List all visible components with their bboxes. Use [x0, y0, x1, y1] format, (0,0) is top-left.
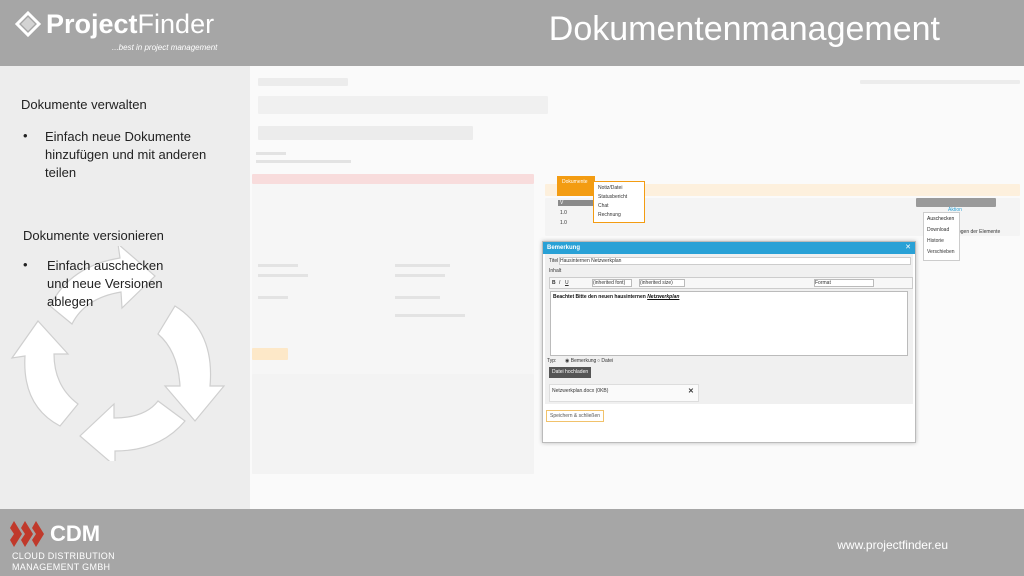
company-subtitle: CLOUD DISTRIBUTION MANAGEMENT GMBH — [12, 551, 115, 572]
radio-file[interactable]: ○ Datei — [597, 358, 613, 364]
left-panel: Dokumente verwalten • Einfach neue Dokum… — [0, 66, 250, 509]
bullet-icon: • — [23, 128, 28, 143]
close-icon[interactable]: ✕ — [905, 243, 911, 251]
faded-text — [395, 314, 465, 317]
menu-item-checkout[interactable]: Auschecken — [927, 216, 954, 222]
dialog-body: Titel Hausinternen Netzwerkplan Inhalt B… — [545, 254, 913, 404]
company-name: CDM — [50, 521, 101, 546]
table-header-v: V — [558, 200, 595, 206]
menu-item-invoice[interactable]: Rechnung — [598, 212, 621, 218]
save-close-button[interactable]: Speichern & schließen — [546, 410, 605, 422]
faded-logo — [258, 78, 348, 86]
menu-item-download[interactable]: Download — [927, 227, 949, 233]
faded-text — [258, 274, 308, 277]
bold-button[interactable]: B — [552, 280, 556, 286]
projectfinder-logo-icon — [14, 10, 42, 38]
dialog-title: Bemerkung — [543, 242, 915, 254]
faded-text — [256, 160, 351, 163]
upload-file-button[interactable]: Datei hochladen — [549, 367, 592, 378]
uploaded-file: Netzwerkplan.docx (0KB) ✕ — [549, 384, 699, 402]
version-cell: 1.0 — [560, 210, 567, 216]
document-action-menu: Auschecken Download Historie Verschieben — [923, 212, 960, 261]
faded-toolbar — [258, 96, 548, 114]
faded-orange-tab — [252, 348, 288, 360]
faded-text — [256, 152, 286, 155]
menu-item-history[interactable]: Historie — [927, 238, 944, 244]
file-name: Netzwerkplan.docx (0KB) — [552, 388, 609, 394]
brand-name: ProjectFinder — [46, 9, 215, 39]
bullet-icon: • — [23, 257, 28, 272]
brand-tagline: ...best in project management — [112, 43, 218, 52]
radio-note[interactable]: ◉ Bemerkung — [565, 358, 596, 364]
size-select[interactable]: (inherited size) — [639, 279, 685, 287]
remove-file-icon[interactable]: ✕ — [688, 387, 694, 395]
element-text: ogen der Elemente — [958, 229, 1001, 235]
editor-toolbar: B I U (inherited font) (inherited size) … — [549, 277, 913, 289]
faded-list — [252, 374, 534, 474]
menu-item-note[interactable]: Notiz/Datei — [598, 185, 622, 191]
format-select[interactable]: Format — [814, 279, 874, 287]
underline-button[interactable]: U — [565, 280, 569, 286]
bullet-text-version: Einfach auschecken und neue Versionen ab… — [47, 258, 164, 309]
content-editor[interactable]: Beachtet Bitte den neuen hausinternen Ne… — [550, 291, 908, 356]
page-title: Dokumentenmanagement — [548, 10, 940, 48]
section-title-version: Dokumente versionieren — [23, 228, 164, 243]
italic-button[interactable]: I — [559, 280, 560, 286]
type-label: Typ: — [547, 358, 557, 364]
faded-user-info — [860, 80, 1020, 84]
documents-tab-label: Dokumente — [562, 179, 588, 185]
faded-text — [258, 296, 288, 299]
add-context-menu: Notiz/Datei Statusbericht Chat Rechnung — [593, 181, 645, 223]
website-url[interactable]: www.projectfinder.eu — [837, 538, 948, 552]
editor-content: Beachtet Bitte den neuen hausinternen Ne… — [553, 294, 680, 300]
documents-tab[interactable]: Dokumente — [557, 176, 595, 196]
grid-header — [916, 198, 996, 207]
menu-item-status-report[interactable]: Statusbericht — [598, 194, 627, 200]
faded-text — [395, 274, 445, 277]
cdm-logo-icon — [10, 521, 44, 547]
header-bar: ProjectFinder ...best in project managem… — [0, 0, 1024, 66]
menu-item-chat[interactable]: Chat — [598, 203, 609, 209]
faded-tabs — [258, 126, 473, 140]
footer-bar: CDM CLOUD DISTRIBUTION MANAGEMENT GMBH ww… — [0, 509, 1024, 576]
section-title-manage: Dokumente verwalten — [21, 97, 147, 112]
content-label: Inhalt — [549, 268, 562, 274]
faded-text — [258, 264, 298, 267]
faded-red-bar — [252, 174, 534, 184]
faded-text — [395, 296, 440, 299]
faded-text — [395, 264, 450, 267]
menu-item-move[interactable]: Verschieben — [927, 249, 955, 255]
version-cell: 1.0 — [560, 220, 567, 226]
note-dialog: Bemerkung ✕ Titel Hausinternen Netzwerkp… — [542, 241, 916, 443]
bullet-text-manage: Einfach neue Dokumente hinzufügen und mi… — [45, 129, 207, 180]
font-select[interactable]: (inherited font) — [592, 279, 632, 287]
title-input[interactable]: Hausinternen Netzwerkplan — [559, 257, 911, 265]
title-label: Titel — [549, 258, 559, 264]
